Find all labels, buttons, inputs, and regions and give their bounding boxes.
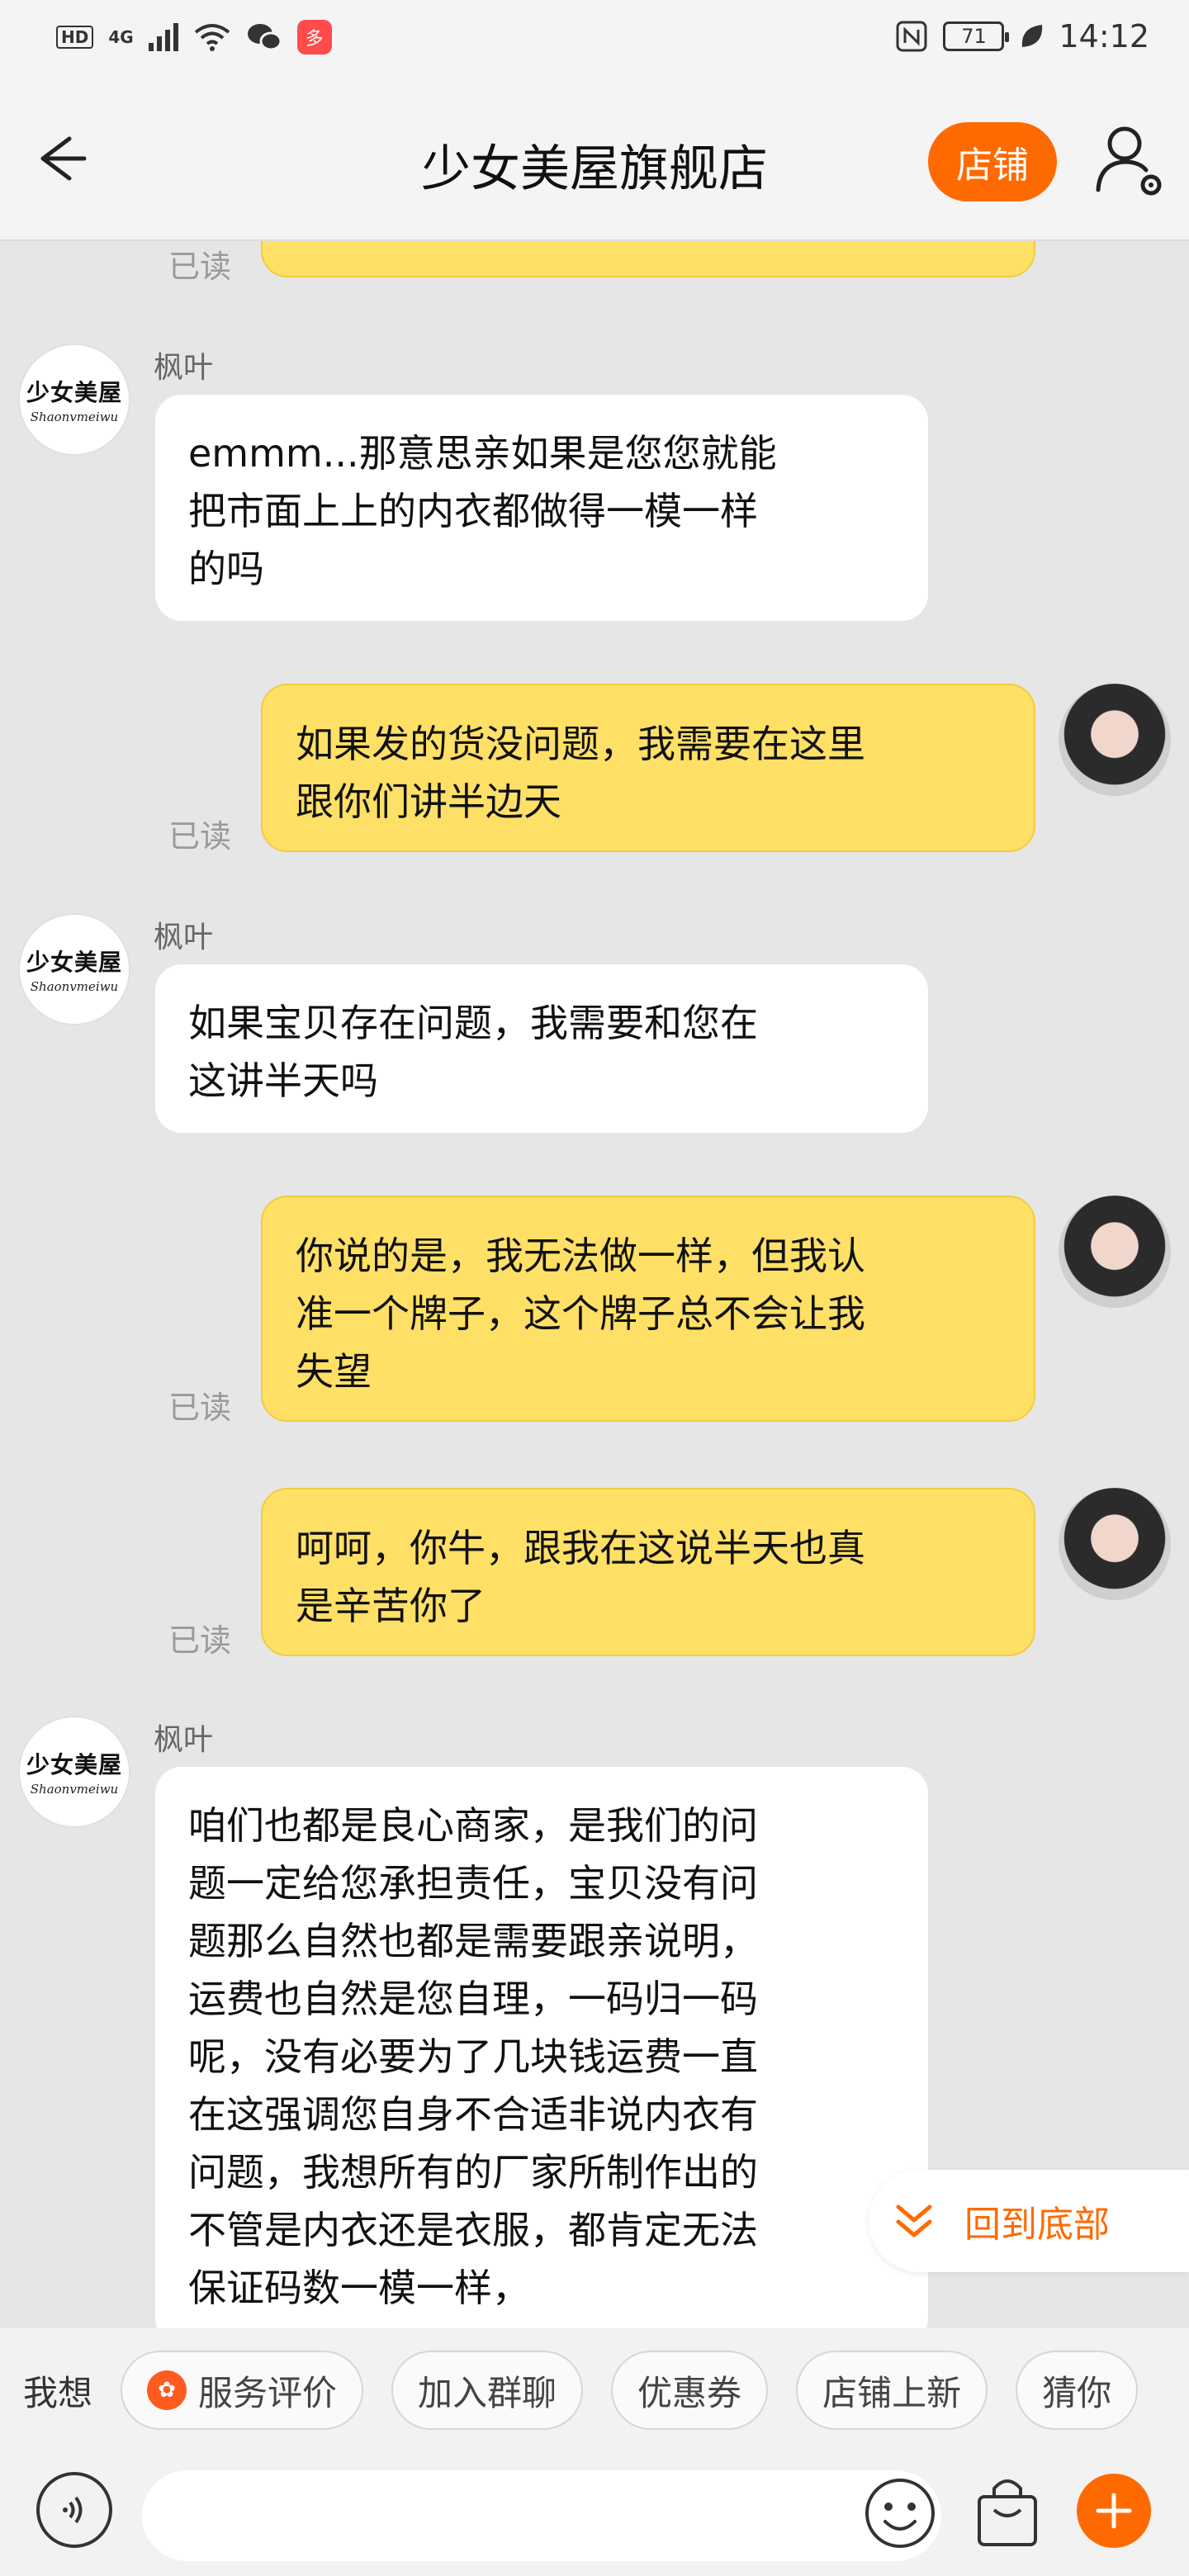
shop-logo-subtext: Shaonvmeiwu [30,979,119,994]
status-left: HD 4G 多 [56,20,332,54]
shop-avatar[interactable]: 少女美屋 Shaonvmeiwu [18,343,130,456]
read-receipt: 已读 [168,1390,232,1426]
review-icon: ✿ [147,2370,187,2410]
status-right: 71 14:12 [895,18,1149,54]
shop-logo-text: 少女美屋 [26,949,122,976]
shopping-bag-button[interactable] [969,2472,1045,2551]
chip-join-group[interactable]: 加入群聊 [391,2351,584,2430]
chip-label: 加入群聊 [418,2372,557,2413]
message-bubble-user[interactable] [261,241,1035,277]
chip-label: 服务评价 [198,2372,338,2413]
plus-icon [1096,2493,1132,2529]
network-type: 4G [108,27,134,47]
chip-service-review[interactable]: ✿ 服务评价 [121,2351,364,2430]
chip-new-arrivals[interactable]: 店铺上新 [796,2351,988,2430]
user-avatar[interactable] [1059,1196,1171,1308]
status-bar: HD 4G 多 71 14:12 [0,0,1189,83]
scroll-to-bottom-label: 回到底部 [964,2204,1110,2246]
sender-name: 枫叶 [154,921,214,954]
shop-logo-text: 少女美屋 [26,1751,122,1778]
shop-logo-text: 少女美屋 [26,379,122,406]
quick-action-bar: 我想 ✿ 服务评价 加入群聊 优惠券 店铺上新 猜你 [0,2328,1189,2452]
wechat-icon [247,24,282,51]
chevrons-down-icon [896,2204,932,2237]
input-bar [0,2452,1189,2576]
chat-list[interactable]: 已读 少女美屋 Shaonvmeiwu 枫叶 emmm...那意思亲如果是您您就… [0,241,1189,2328]
voice-icon [63,2496,83,2524]
message-input[interactable] [142,2470,941,2561]
chip-label: 店铺上新 [822,2372,962,2413]
read-receipt: 已读 [168,818,232,855]
read-receipt: 已读 [168,1622,232,1659]
app-notification-icon: 多 [296,20,332,54]
message-bubble-user[interactable]: 呵呵，你牛，跟我在这说半天也真 是辛苦你了 [261,1488,1035,1656]
user-avatar[interactable] [1059,1488,1171,1600]
message-bubble-shop[interactable]: emmm...那意思亲如果是您您就能 把市面上上的内衣都做得一模一样 的吗 [155,395,928,621]
shop-avatar[interactable]: 少女美屋 Shaonvmeiwu [18,1716,130,1828]
chip-label: 猜你 [1042,2372,1112,2413]
message-bubble-shop[interactable]: 咱们也都是良心商家，是我们的问 题一定给您承担责任，宝贝没有问 题那么自然也都是… [155,1767,928,2328]
shop-avatar[interactable]: 少女美屋 Shaonvmeiwu [18,913,130,1025]
quick-bar-label: 我想 [23,2372,93,2413]
wifi-icon [194,24,230,51]
sender-name: 枫叶 [154,1723,214,1757]
battery-indicator: 71 [943,21,1010,51]
hd-indicator: HD [56,26,94,49]
message-bubble-shop[interactable]: 如果宝贝存在问题，我需要和您在 这讲半天吗 [155,964,928,1133]
message-bubble-user[interactable]: 如果发的货没问题，我需要在这里 跟你们讲半边天 [261,684,1035,852]
read-receipt: 已读 [168,249,232,285]
shop-button[interactable]: 店铺 [928,122,1057,201]
user-avatar[interactable] [1059,684,1171,796]
signal-icon [148,23,178,51]
voice-button[interactable] [36,2472,112,2548]
shop-logo-subtext: Shaonvmeiwu [30,410,119,424]
chip-coupon[interactable]: 优惠券 [611,2351,769,2430]
nfc-icon [896,21,927,52]
chat-header: 少女美屋旗舰店 店铺 [0,83,1189,241]
user-settings-button[interactable] [1088,119,1171,201]
emoji-icon [865,2479,935,2548]
emoji-button[interactable] [862,2475,938,2551]
leaf-icon [1022,25,1043,47]
user-settings-icon [1096,126,1162,196]
shop-logo-subtext: Shaonvmeiwu [30,1782,119,1797]
scroll-to-bottom-button[interactable]: 回到底部 [869,2170,1189,2272]
shopping-bag-icon [978,2479,1037,2546]
chip-label: 优惠券 [637,2372,742,2413]
sender-name: 枫叶 [154,351,214,385]
chip-guess[interactable]: 猜你 [1016,2351,1139,2430]
more-button[interactable] [1077,2474,1151,2548]
clock: 14:12 [1059,18,1149,54]
message-bubble-user[interactable]: 你说的是，我无法做一样，但我认 准一个牌子，这个牌子总不会让我 失望 [261,1196,1035,1422]
